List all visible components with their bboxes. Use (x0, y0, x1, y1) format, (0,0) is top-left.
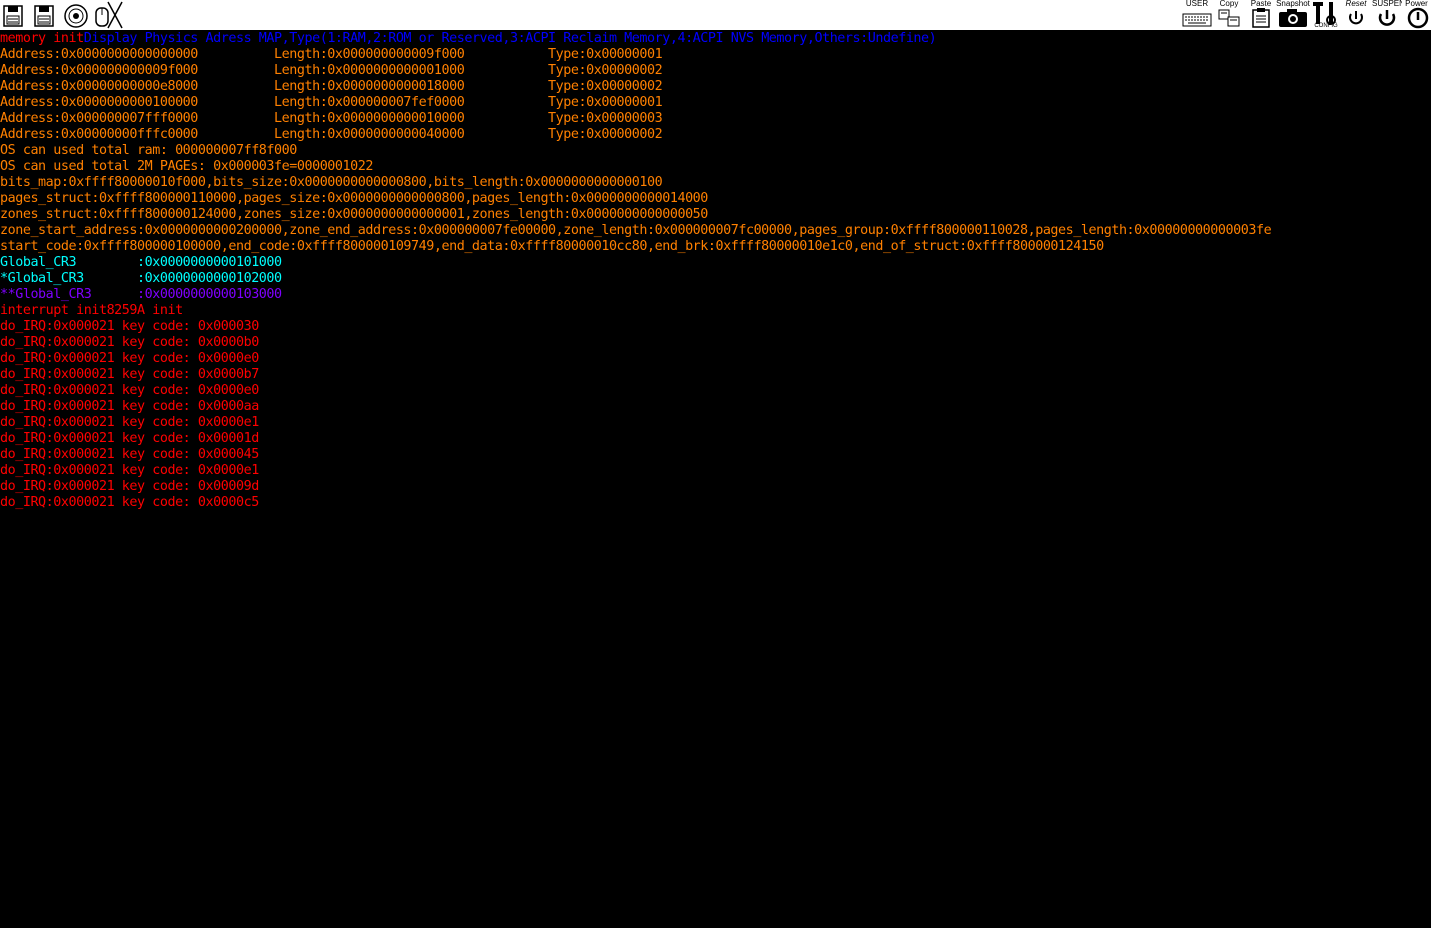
console-text: interrupt init8259A init (0, 303, 183, 318)
console-line: interrupt init8259A init (0, 303, 183, 319)
console-text: bits_map:0xffff80000010f000,bits_size:0x… (0, 175, 663, 190)
floppy-b-icon[interactable] (32, 0, 56, 30)
power-button[interactable]: Power (1402, 0, 1431, 30)
console-line: zones_struct:0xffff800000124000,zones_si… (0, 207, 708, 223)
console-text: Address:0x00000000fffc0000 Length:0x0000… (0, 127, 663, 142)
snapshot-label: Snapshot (1276, 0, 1310, 8)
paste-label: Paste (1250, 0, 1272, 8)
console-line: do_IRQ:0x000021 key code: 0x0000e1 (0, 415, 259, 431)
user-keyboard-button[interactable]: USER (1180, 0, 1214, 30)
console-text: start_code:0xffff800000100000,end_code:0… (0, 239, 1104, 254)
console-line: do_IRQ:0x000021 key code: 0x0000c5 (0, 495, 259, 511)
user-label: USER (1185, 0, 1209, 8)
console-text: do_IRQ:0x000021 key code: 0x0000b7 (0, 367, 259, 382)
console-line: do_IRQ:0x000021 key code: 0x00009d (0, 479, 259, 495)
console-text: do_IRQ:0x000021 key code: 0x0000c5 (0, 495, 259, 510)
console-text: *Global_CR3 :0x0000000000102000 (0, 271, 282, 286)
copy-button[interactable]: Copy (1215, 0, 1243, 30)
console-line: Address:0x0000000000000000 Length:0x0000… (0, 47, 663, 63)
console-line: pages_struct:0xffff800000110000,pages_si… (0, 191, 708, 207)
console-text: **Global_CR3 :0x0000000000103000 (0, 287, 282, 302)
console-text: Global_CR3 :0x0000000000101000 (0, 255, 282, 270)
paste-button[interactable]: Paste (1247, 0, 1275, 30)
console-line: **Global_CR3 :0x0000000000103000 (0, 287, 282, 303)
suspend-button[interactable]: SUSPEND (1372, 0, 1402, 30)
console-text: do_IRQ:0x000021 key code: 0x0000e0 (0, 351, 259, 366)
console-text: zones_struct:0xffff800000124000,zones_si… (0, 207, 708, 222)
console-text: do_IRQ:0x000021 key code: 0x00009d (0, 479, 259, 494)
console-text: Address:0x0000000000000000 Length:0x0000… (0, 47, 663, 62)
config-button[interactable]: CONFIG (1311, 0, 1341, 30)
emulator-toolbar: USER Copy Paste Snapshot CONFIG Reset SU… (0, 0, 1431, 31)
console-line: Address:0x0000000000100000 Length:0x0000… (0, 95, 663, 111)
config-label: CONFIG (1314, 23, 1338, 29)
floppy-a-icon[interactable] (2, 0, 24, 30)
console-line: OS can used total 2M PAGEs: 0x000003fe=0… (0, 159, 373, 175)
console-text: Address:0x00000000000e8000 Length:0x0000… (0, 79, 663, 94)
console-text: memory init (0, 31, 84, 46)
console-line: Global_CR3 :0x0000000000101000 (0, 255, 282, 271)
console-text: do_IRQ:0x000021 key code: 0x0000aa (0, 399, 259, 414)
console-line: do_IRQ:0x000021 key code: 0x000045 (0, 447, 259, 463)
console-line: do_IRQ:0x000021 key code: 0x0000e0 (0, 351, 259, 367)
cdrom-icon[interactable] (62, 0, 90, 30)
console-text: do_IRQ:0x000021 key code: 0x000030 (0, 319, 259, 334)
console-text: Address:0x0000000000100000 Length:0x0000… (0, 95, 663, 110)
console-line: Address:0x000000007fff0000 Length:0x0000… (0, 111, 663, 127)
reset-button[interactable]: Reset (1341, 0, 1371, 30)
suspend-label: SUSPEND (1372, 0, 1402, 8)
console-text: do_IRQ:0x000021 key code: 0x0000e0 (0, 383, 259, 398)
console-line: *Global_CR3 :0x0000000000102000 (0, 271, 282, 287)
console-text: Address:0x000000007fff0000 Length:0x0000… (0, 111, 663, 126)
copy-label: Copy (1219, 0, 1239, 8)
snapshot-button[interactable]: Snapshot (1275, 0, 1311, 30)
console-text: zone_start_address:0x0000000000200000,zo… (0, 223, 1272, 238)
console-line: do_IRQ:0x000021 key code: 0x000030 (0, 319, 259, 335)
console-line: memory initDisplay Physics Adress MAP,Ty… (0, 31, 937, 47)
console-line: Address:0x000000000009f000 Length:0x0000… (0, 63, 663, 79)
console-line: zone_start_address:0x0000000000200000,zo… (0, 223, 1272, 239)
power-label: Power (1405, 0, 1428, 8)
console-line: start_code:0xffff800000100000,end_code:0… (0, 239, 1104, 255)
console-line: bits_map:0xffff80000010f000,bits_size:0x… (0, 175, 663, 191)
console-line: do_IRQ:0x000021 key code: 0x0000e0 (0, 383, 259, 399)
console-output: memory initDisplay Physics Adress MAP,Ty… (0, 31, 1431, 928)
console-text: pages_struct:0xffff800000110000,pages_si… (0, 191, 708, 206)
console-text: do_IRQ:0x000021 key code: 0x0000b0 (0, 335, 259, 350)
console-line: Address:0x00000000fffc0000 Length:0x0000… (0, 127, 663, 143)
console-line: Address:0x00000000000e8000 Length:0x0000… (0, 79, 663, 95)
console-line: do_IRQ:0x000021 key code: 0x0000b0 (0, 335, 259, 351)
console-line: do_IRQ:0x000021 key code: 0x00001d (0, 431, 259, 447)
console-text: OS can used total ram: 000000007ff8f000 (0, 143, 297, 158)
console-text: do_IRQ:0x000021 key code: 0x0000e1 (0, 463, 259, 478)
console-line: do_IRQ:0x000021 key code: 0x0000b7 (0, 367, 259, 383)
console-text: do_IRQ:0x000021 key code: 0x0000e1 (0, 415, 259, 430)
reset-label: Reset (1345, 0, 1367, 8)
console-line: do_IRQ:0x000021 key code: 0x0000e1 (0, 463, 259, 479)
console-text: OS can used total 2M PAGEs: 0x000003fe=0… (0, 159, 373, 174)
console-line: OS can used total ram: 000000007ff8f000 (0, 143, 297, 159)
console-text: do_IRQ:0x000021 key code: 0x00001d (0, 431, 259, 446)
console-text: do_IRQ:0x000021 key code: 0x000045 (0, 447, 259, 462)
console-line: do_IRQ:0x000021 key code: 0x0000aa (0, 399, 259, 415)
console-text: Display Physics Adress MAP,Type(1:RAM,2:… (83, 31, 937, 46)
console-text: Address:0x000000000009f000 Length:0x0000… (0, 63, 663, 78)
mouse-icon[interactable] (92, 0, 124, 30)
